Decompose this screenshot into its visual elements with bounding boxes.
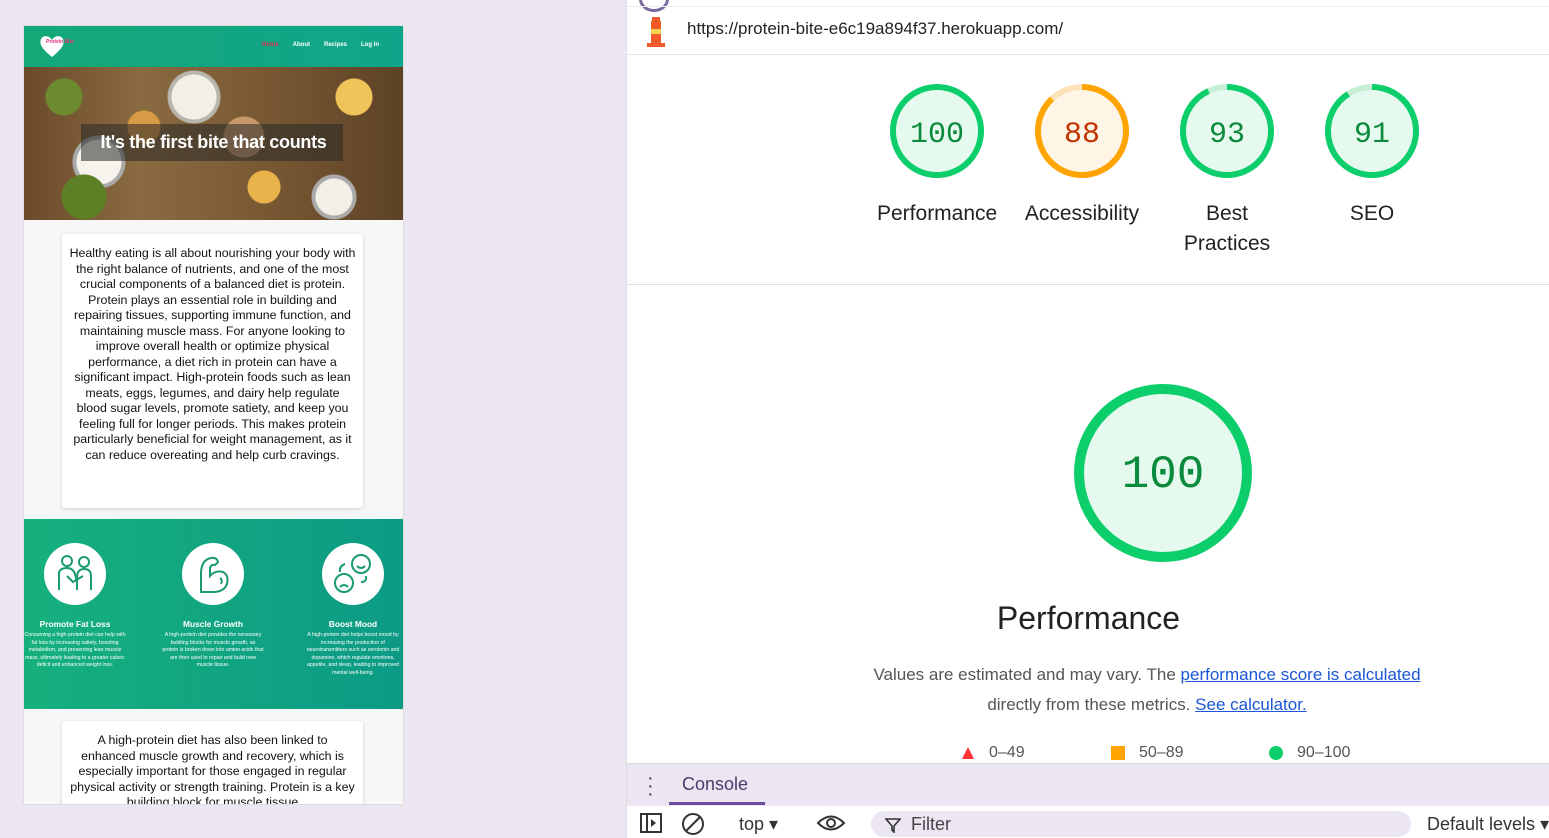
sidebar-toggle-icon[interactable] [639,812,663,834]
benefit-title: Promote Fat Loss [39,619,111,629]
context-select[interactable]: top ▾ [739,814,778,835]
nav-recipes[interactable]: Recipes [324,42,347,48]
big-score-title: Performance [996,600,1181,636]
desc-text: Values are estimated and may vary. The [873,665,1181,684]
mobile-preview: Protein Bite Home About Recipes Log In I… [23,25,404,805]
live-expression-eye-icon[interactable] [816,814,846,832]
people-icon [44,543,106,605]
legend-average: 50–89 [1111,744,1269,762]
filter-placeholder: Filter [911,814,951,834]
benefit-fat-loss: Promote Fat Loss Consuming a high-protei… [24,543,126,670]
devtools-drawer-tabs: · · · Console [627,763,1549,806]
lighthouse-icon [647,17,665,47]
gauge-label: Accessibility [1024,202,1140,225]
gauge-ring: 88 [1035,84,1129,178]
clear-console-icon[interactable] [681,812,705,836]
intro-card: Healthy eating is all about nourishing y… [62,234,363,508]
log-levels-select[interactable]: Default levels ▾ [1427,814,1549,835]
benefit-title: Muscle Growth [182,619,244,629]
logo-text: Protein Bite [46,39,75,45]
site-navbar: Protein Bite Home About Recipes Log In [24,26,403,67]
gauge-performance[interactable]: 100 Performance [877,82,997,229]
gauge-value: 91 [1354,118,1390,152]
second-card: A high-protein diet has also been linked… [62,721,363,804]
big-score-value: 100 [1122,449,1205,501]
filter-input[interactable]: Filter [871,811,1411,837]
nav-login[interactable]: Log In [361,42,379,48]
benefit-muscle-growth: Muscle Growth A high-protein diet provid… [162,543,264,670]
section-divider [627,284,1549,285]
gauge-value: 93 [1209,118,1245,152]
gauge-seo[interactable]: 91 SEO [1312,82,1432,229]
score-description: Values are estimated and may vary. The p… [847,660,1447,720]
benefit-text: A high-protein diet provides the necessa… [162,632,264,668]
gauge-ring: 100 [890,84,984,178]
legend-pass: 90–100 [1269,744,1350,762]
benefits-section: Promote Fat Loss Consuming a high-protei… [24,519,403,709]
green-circle-icon [1269,746,1283,760]
orange-square-icon [1111,746,1125,760]
gauge-accessibility[interactable]: 88 Accessibility [1022,82,1142,229]
gauge-ring: 93 [1180,84,1274,178]
gauge-value: 88 [1064,118,1100,152]
active-tab-indicator [669,802,765,805]
big-performance-gauge: 100 [1074,384,1252,562]
legend-label: 90–100 [1297,744,1351,761]
red-triangle-icon [962,747,974,759]
more-menu-icon[interactable]: · · · [647,768,654,804]
legend-label: 50–89 [1139,744,1184,761]
benefit-text: Consuming a high-protein diet can help w… [24,632,126,668]
gauge-label: Performance [877,202,998,225]
filter-funnel-icon [885,818,901,833]
hero-image: It's the first bite that counts [24,67,403,220]
hero-title: It's the first bite that counts [100,132,327,152]
score-calc-link[interactable]: performance score is calculated [1181,665,1421,684]
report-url[interactable]: https://protein-bite-e6c19a894f37.heroku… [687,19,1063,39]
nav-home[interactable]: Home [262,42,279,48]
mood-faces-icon [322,543,384,605]
gauge-label: Best Practices [1183,202,1271,255]
desc-text: directly from these metrics. [987,695,1196,714]
nav-links: Home About Recipes Log In [262,42,379,48]
url-bar: https://protein-bite-e6c19a894f37.heroku… [627,6,1549,55]
lighthouse-panel: https://protein-bite-e6c19a894f37.heroku… [626,0,1549,838]
nav-about[interactable]: About [293,42,310,48]
console-toolbar: top ▾ Filter Default levels ▾ [627,806,1549,838]
gauge-label: SEO [1349,202,1395,225]
gauge-ring: 91 [1325,84,1419,178]
benefit-title: Boost Mood [328,619,378,629]
see-calculator-link[interactable]: See calculator. [1195,695,1307,714]
gauge-value: 100 [910,118,964,152]
gauge-best-practices[interactable]: 93 Best Practices [1167,82,1287,259]
flexed-arm-icon [182,543,244,605]
tab-console[interactable]: Console [682,774,748,795]
heart-logo-icon[interactable] [38,32,66,60]
legend-fail: 0–49 [961,744,1111,762]
context-value: top [739,814,765,834]
log-levels-value: Default levels [1427,814,1536,834]
benefit-text: A high-protein diet helps boost mood by … [306,632,400,676]
legend-label: 0–49 [989,744,1025,761]
benefit-boost-mood: Boost Mood A high-protein diet helps boo… [302,543,403,677]
score-legend: 0–49 50–89 90–100 [961,744,1350,762]
